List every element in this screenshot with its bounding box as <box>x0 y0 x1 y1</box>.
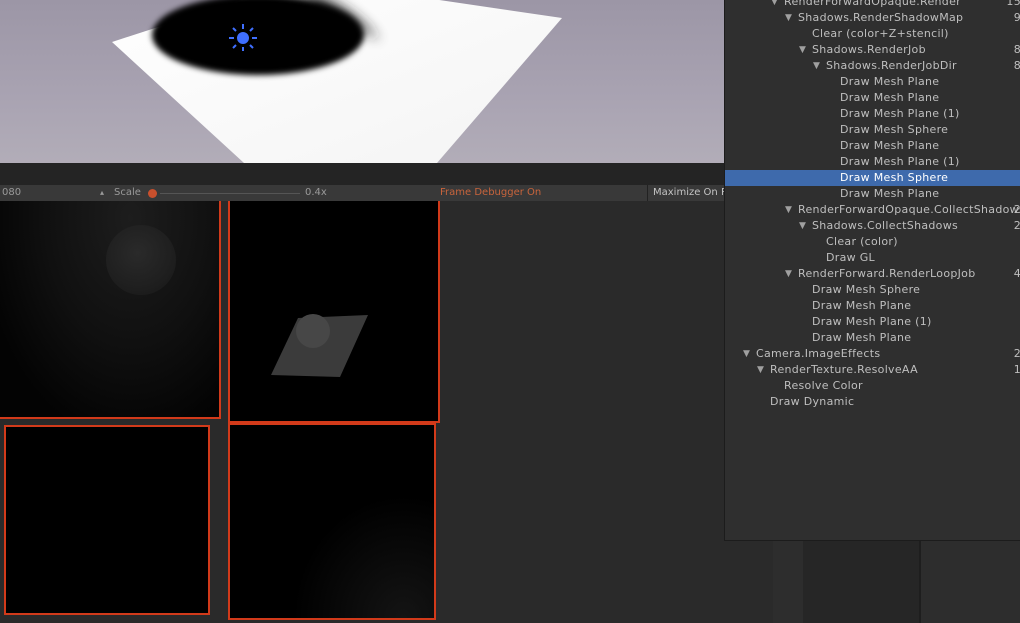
hierarchy-row[interactable]: ▼ Camera.ImageEffects 2 <box>725 346 1020 362</box>
scale-slider-handle[interactable] <box>148 189 157 198</box>
hierarchy-label: Clear (color+Z+stencil) <box>812 27 949 40</box>
expand-arrow-icon[interactable]: ▼ <box>771 0 778 10</box>
hierarchy-row[interactable]: Draw Mesh Sphere <box>725 170 1020 186</box>
hierarchy-row[interactable]: Draw Mesh Plane <box>725 298 1020 314</box>
column-divider <box>919 540 921 623</box>
hierarchy-label: RenderForward.RenderLoopJob <box>798 267 976 280</box>
expand-arrow-icon[interactable]: ▼ <box>785 202 792 218</box>
hierarchy-row[interactable]: Draw Mesh Plane (1) <box>725 314 1020 330</box>
render-target-3 <box>4 425 210 615</box>
shadowmap-preview <box>271 314 368 377</box>
hierarchy-row[interactable]: Clear (color+Z+stencil) <box>725 26 1020 42</box>
hierarchy-label: Draw Mesh Plane <box>840 75 940 88</box>
hierarchy-label: Draw Mesh Plane <box>812 331 912 344</box>
hierarchy-row[interactable]: Resolve Color <box>725 378 1020 394</box>
scale-slider-track[interactable] <box>160 193 300 194</box>
expand-arrow-icon[interactable]: ▼ <box>743 346 750 362</box>
hierarchy-row[interactable]: Clear (color) <box>725 234 1020 250</box>
draw-call-count: 2 <box>1014 346 1020 362</box>
hierarchy-label: RenderTexture.ResolveAA <box>770 363 918 376</box>
hierarchy-label: Draw Mesh Plane <box>840 91 940 104</box>
scene-view[interactable] <box>0 0 724 163</box>
hierarchy-row[interactable]: Draw Mesh Sphere <box>725 282 1020 298</box>
draw-call-count: 9 <box>1014 10 1020 26</box>
hierarchy-row[interactable]: Draw Mesh Plane <box>725 74 1020 90</box>
hierarchy-row[interactable]: Draw Mesh Plane <box>725 186 1020 202</box>
inspector-columns <box>773 540 1020 623</box>
hierarchy-label: Draw Mesh Plane <box>812 299 912 312</box>
hierarchy-label: Shadows.RenderShadowMap <box>798 11 964 24</box>
expand-arrow-icon[interactable]: ▼ <box>757 362 764 378</box>
hierarchy-label: Resolve Color <box>784 379 863 392</box>
scene-bottom-strip <box>0 163 724 185</box>
expand-arrow-icon[interactable]: ▼ <box>785 266 792 282</box>
render-target-4 <box>228 423 436 620</box>
hierarchy-label: Camera.ImageEffects <box>756 347 881 360</box>
game-view-toolbar: 080 ▴ Scale 0.4x Frame Debugger On Maxim… <box>0 185 727 202</box>
scale-label: Scale <box>114 187 141 198</box>
draw-call-count: 2 <box>1014 218 1020 234</box>
hierarchy-label: Draw GL <box>826 251 875 264</box>
frame-debugger-status: Frame Debugger On <box>440 187 542 198</box>
hierarchy-label: Shadows.CollectShadows <box>812 219 959 232</box>
frame-debugger-tree[interactable]: ▼ RenderForwardOpaque.Render 15 ▼ Shadows.Re… <box>724 0 1020 541</box>
render-target-1 <box>0 201 221 419</box>
scale-arrow-icon: ▴ <box>100 188 105 197</box>
draw-call-count: 4 <box>1014 266 1020 282</box>
scale-value: 0.4x <box>305 187 327 198</box>
hierarchy-row[interactable]: Draw Dynamic <box>725 394 1020 410</box>
sphere-depth <box>106 225 176 295</box>
hierarchy-row[interactable]: ▼ Shadows.CollectShadows 2 <box>725 218 1020 234</box>
draw-call-count: 2 <box>1014 202 1020 218</box>
render-target-2 <box>228 201 440 423</box>
hierarchy-row[interactable]: ▼ Shadows.RenderShadowMap 9 <box>725 10 1020 26</box>
expand-arrow-icon[interactable]: ▼ <box>785 10 792 26</box>
toolbar-divider <box>647 185 648 201</box>
hierarchy-label: Draw Mesh Plane (1) <box>840 107 960 120</box>
hierarchy-label: Draw Mesh Sphere <box>840 123 949 136</box>
resolution-value[interactable]: 080 <box>2 187 21 198</box>
hierarchy-row[interactable]: Draw Mesh Plane (1) <box>725 106 1020 122</box>
hierarchy-row[interactable]: ▼ Shadows.RenderJobDir 8 <box>725 58 1020 74</box>
draw-call-count: 8 <box>1014 42 1020 58</box>
expand-arrow-icon[interactable]: ▼ <box>799 218 806 234</box>
hierarchy-label: Shadows.RenderJob <box>812 43 926 56</box>
hierarchy-label: Draw Dynamic <box>770 395 855 408</box>
draw-call-count: 1 <box>1014 362 1020 378</box>
hierarchy-row[interactable]: Draw Mesh Plane <box>725 138 1020 154</box>
hierarchy-label: Shadows.RenderJobDir <box>826 59 957 72</box>
hierarchy-label: Draw Mesh Plane <box>840 187 940 200</box>
draw-call-count: 15 <box>1006 0 1020 8</box>
expand-arrow-icon[interactable]: ▼ <box>813 58 820 74</box>
hierarchy-row[interactable]: Draw Mesh Plane (1) <box>725 154 1020 170</box>
hierarchy-label: RenderForwardOpaque.Render <box>784 0 961 8</box>
hierarchy-row[interactable]: ▼ Shadows.RenderJob 8 <box>725 42 1020 58</box>
expand-arrow-icon[interactable]: ▼ <box>799 42 806 58</box>
hierarchy-label: Draw Mesh Plane <box>840 139 940 152</box>
hierarchy-label: Draw Mesh Plane (1) <box>840 155 960 168</box>
hierarchy-row[interactable]: Draw GL <box>725 250 1020 266</box>
hierarchy-row[interactable]: ▼ RenderTexture.ResolveAA 1 <box>725 362 1020 378</box>
draw-call-count: 8 <box>1014 58 1020 74</box>
hierarchy-row[interactable]: ▼ RenderForwardOpaque.CollectShadows2 <box>725 202 1020 218</box>
maximize-on-play-button[interactable]: Maximize On P <box>653 187 727 198</box>
hierarchy-row[interactable]: Draw Mesh Plane <box>725 330 1020 346</box>
scene-viewport <box>112 0 562 163</box>
hierarchy-row[interactable]: ▼ RenderForwardOpaque.Render 15 <box>725 0 1020 10</box>
game-view[interactable] <box>0 201 773 623</box>
hierarchy-label: Draw Mesh Sphere <box>840 171 949 184</box>
hierarchy-row[interactable]: ▼ RenderForward.RenderLoopJob 4 <box>725 266 1020 282</box>
hierarchy-label: Clear (color) <box>826 235 898 248</box>
hierarchy-row[interactable]: Draw Mesh Plane <box>725 90 1020 106</box>
column-panel <box>803 540 919 623</box>
hierarchy-label: Draw Mesh Sphere <box>812 283 921 296</box>
hierarchy-row[interactable]: Draw Mesh Sphere <box>725 122 1020 138</box>
hierarchy-label: Draw Mesh Plane (1) <box>812 315 932 328</box>
hierarchy-label: RenderForwardOpaque.CollectShadows <box>798 203 1020 216</box>
